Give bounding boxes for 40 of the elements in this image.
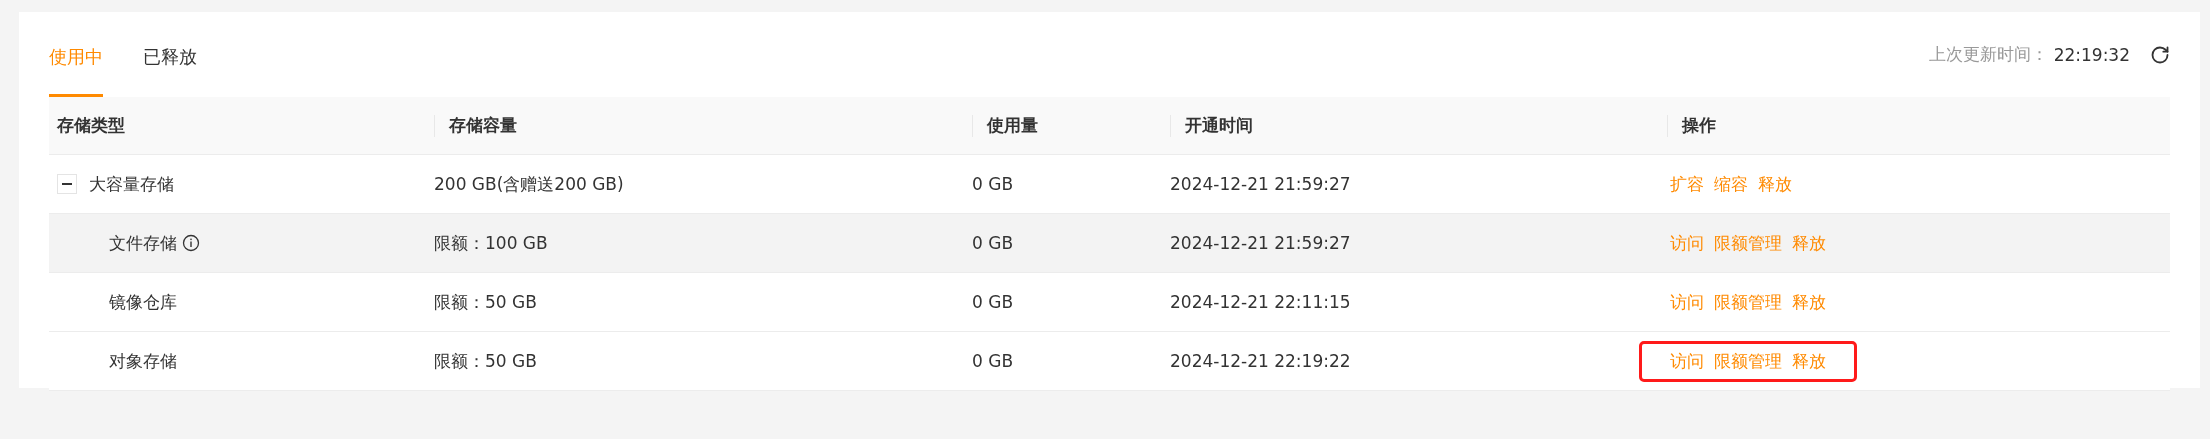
table-cell: 200 GB(含赠送200 GB) [434, 172, 624, 196]
table-cell: 限额：50 GB [434, 290, 537, 314]
table-cell: 镜像仓库 [109, 290, 177, 314]
table-cell: 0 GB [972, 233, 1014, 253]
info-icon[interactable] [182, 234, 200, 252]
table-cell: 限额：50 GB [434, 349, 537, 373]
column-header: 使用量 [987, 114, 1038, 137]
table-cell: 2024-12-21 21:59:27 [1170, 233, 1351, 253]
collapse-toggle[interactable] [57, 174, 77, 194]
column-header: 操作 [1682, 114, 1716, 137]
action-link[interactable]: 访问 [1670, 349, 1704, 373]
action-link[interactable]: 访问 [1670, 290, 1704, 314]
action-link[interactable]: 限额管理 [1714, 349, 1782, 373]
action-link[interactable]: 限额管理 [1714, 290, 1782, 314]
refresh-icon[interactable] [2150, 44, 2170, 65]
minus-icon [62, 183, 72, 185]
action-link[interactable]: 释放 [1792, 290, 1826, 314]
column-header: 存储类型 [57, 114, 125, 137]
table-cell: 0 GB [972, 174, 1014, 194]
table-cell: 0 GB [972, 351, 1014, 371]
table-cell: 0 GB [972, 292, 1014, 312]
action-link[interactable]: 释放 [1758, 172, 1792, 196]
action-link[interactable]: 扩容 [1670, 172, 1704, 196]
action-link[interactable]: 限额管理 [1714, 231, 1782, 255]
action-link[interactable]: 释放 [1792, 349, 1826, 373]
action-link[interactable]: 缩容 [1714, 172, 1748, 196]
column-header: 存储容量 [449, 114, 517, 137]
table-cell: 2024-12-21 22:11:15 [1170, 292, 1351, 312]
table-cell: 2024-12-21 22:19:22 [1170, 351, 1351, 371]
tab[interactable]: 已释放 [143, 12, 197, 97]
column-header: 开通时间 [1185, 114, 1253, 137]
last-update-label: 上次更新时间： [1928, 43, 2048, 66]
table-cell: 文件存储 [109, 231, 177, 255]
table-cell: 对象存储 [109, 349, 177, 373]
table-cell: 限额：100 GB [434, 231, 548, 255]
table-cell: 2024-12-21 21:59:27 [1170, 174, 1351, 194]
last-update-time: 22:19:32 [2053, 44, 2130, 65]
action-link[interactable]: 释放 [1792, 231, 1826, 255]
action-link[interactable]: 访问 [1670, 231, 1704, 255]
table-cell: 大容量存储 [89, 172, 174, 196]
